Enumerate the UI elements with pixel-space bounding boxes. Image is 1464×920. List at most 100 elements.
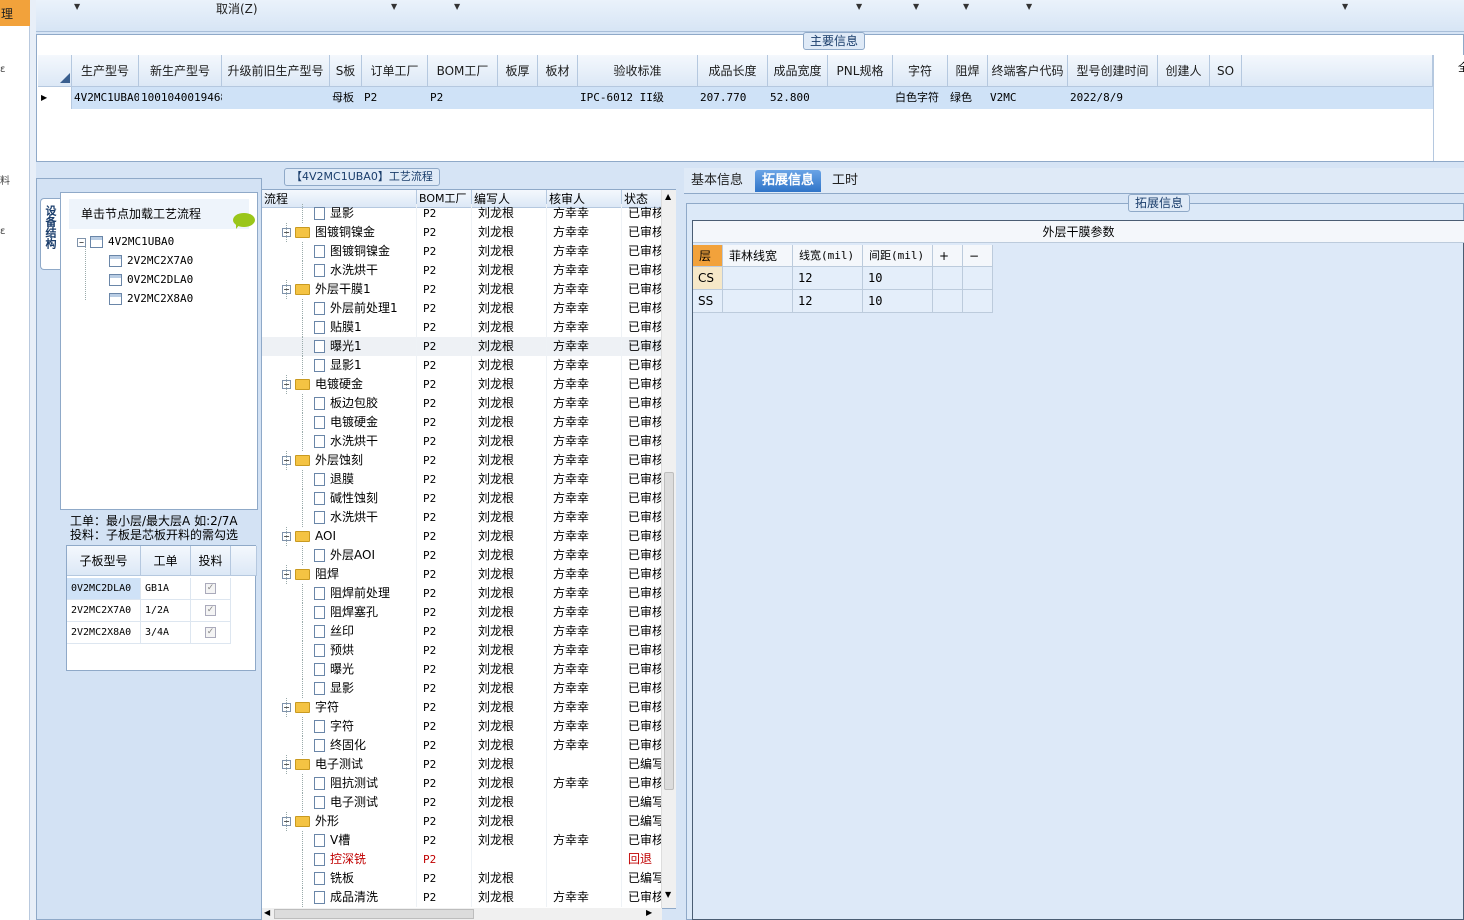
process-step-node[interactable]: 图镀铜镍金 bbox=[314, 242, 390, 261]
process-row[interactable]: 外层AOI P2 刘龙根 方幸幸 已审核 bbox=[262, 546, 664, 565]
process-row[interactable]: 电子测试 P2 刘龙根 已编写 bbox=[262, 793, 664, 812]
tab-extended-info[interactable]: 拓展信息 bbox=[755, 170, 822, 192]
add-row-button[interactable]: + bbox=[933, 245, 963, 267]
feed-checkbox[interactable]: ✓ bbox=[205, 582, 216, 594]
process-row[interactable]: 曝光 P2 刘龙根 方幸幸 已审核 bbox=[262, 660, 664, 679]
column-header[interactable]: S板 bbox=[330, 55, 362, 87]
column-header[interactable]: 终端客户代码 bbox=[988, 55, 1068, 87]
process-step-node[interactable]: 外层前处理1 bbox=[314, 299, 398, 318]
process-group-node[interactable]: − 电子测试 bbox=[282, 755, 363, 774]
process-row[interactable]: 显影1 P2 刘龙根 方幸幸 已审核 bbox=[262, 356, 664, 375]
table-cell[interactable]: 12 bbox=[793, 267, 863, 290]
column-header[interactable]: 型号创建时间 bbox=[1068, 55, 1158, 87]
table-cell[interactable]: SS bbox=[693, 290, 723, 313]
process-step-node[interactable]: 显影 bbox=[314, 679, 354, 698]
dropdown-arrow-icon[interactable]: ▼ bbox=[1026, 2, 1032, 11]
column-header-film-width[interactable]: 菲林线宽 bbox=[723, 245, 793, 267]
process-step-node[interactable]: 预烘 bbox=[314, 641, 354, 660]
table-cell-empty[interactable] bbox=[963, 290, 993, 313]
process-row[interactable]: 贴膜1 P2 刘龙根 方幸幸 已审核 bbox=[262, 318, 664, 337]
column-header[interactable]: BOM工厂 bbox=[428, 55, 498, 87]
process-row[interactable]: 阻焊前处理 P2 刘龙根 方幸幸 已审核 bbox=[262, 584, 664, 603]
column-header-spacing[interactable]: 间距(mil) bbox=[863, 245, 933, 267]
process-row[interactable]: 外层前处理1 P2 刘龙根 方幸幸 已审核 bbox=[262, 299, 664, 318]
table-cell[interactable]: 1/2A bbox=[141, 600, 191, 622]
process-step-node[interactable]: 显影 bbox=[314, 204, 354, 223]
process-step-node[interactable]: 水洗烘干 bbox=[314, 508, 378, 527]
process-step-node[interactable]: 曝光1 bbox=[314, 337, 362, 356]
feed-checkbox[interactable]: ✓ bbox=[205, 604, 216, 616]
scroll-thumb[interactable] bbox=[274, 909, 474, 919]
table-cell[interactable]: 4V2MC1UBA0 bbox=[72, 87, 139, 109]
column-header[interactable]: 板厚 bbox=[498, 55, 538, 87]
left-nav-selected-item[interactable]: 理 bbox=[0, 0, 30, 26]
process-group-node[interactable]: − 字符 bbox=[282, 698, 339, 717]
cancel-button[interactable]: 取消(Z) bbox=[216, 0, 258, 17]
process-row[interactable]: − 外层干膜1 P2 刘龙根 方幸幸 已审核 bbox=[262, 280, 664, 299]
process-step-node[interactable]: V槽 bbox=[314, 831, 350, 850]
scroll-left-icon[interactable]: ◀ bbox=[264, 908, 270, 917]
process-row[interactable]: 阻焊塞孔 P2 刘龙根 方幸幸 已审核 bbox=[262, 603, 664, 622]
process-step-node[interactable]: 外层AOI bbox=[314, 546, 375, 565]
vertical-scrollbar[interactable]: ▲ ▼ bbox=[661, 190, 676, 908]
column-header[interactable]: 升级前旧生产型号 bbox=[222, 55, 330, 87]
process-step-node[interactable]: 铣板 bbox=[314, 869, 354, 888]
column-header[interactable]: 投料 bbox=[191, 546, 231, 576]
dropdown-arrow-icon[interactable]: ▼ bbox=[1342, 2, 1348, 11]
process-step-node[interactable]: 丝印 bbox=[314, 622, 354, 641]
column-header[interactable]: 成品长度 bbox=[698, 55, 768, 87]
process-step-node[interactable]: 碱性蚀刻 bbox=[314, 489, 378, 508]
process-step-node[interactable]: 电镀硬金 bbox=[314, 413, 378, 432]
table-cell[interactable]: CS bbox=[693, 267, 723, 290]
process-row[interactable]: 退膜 P2 刘龙根 方幸幸 已审核 bbox=[262, 470, 664, 489]
column-header[interactable]: 子板型号 bbox=[67, 546, 141, 576]
table-cell[interactable]: GB1A bbox=[141, 578, 191, 600]
tab-basic-info[interactable]: 基本信息 bbox=[684, 170, 750, 192]
process-group-node[interactable]: − 外形 bbox=[282, 812, 339, 831]
column-header[interactable]: 订单工厂 bbox=[362, 55, 428, 87]
column-header[interactable]: SO bbox=[1210, 55, 1242, 87]
feed-checkbox[interactable]: ✓ bbox=[205, 626, 216, 638]
process-group-node[interactable]: − 外层干膜1 bbox=[282, 280, 371, 299]
chat-bubble-icon[interactable] bbox=[233, 213, 255, 229]
table-cell[interactable]: 10 bbox=[863, 267, 933, 290]
process-group-node[interactable]: − 图镀铜镍金 bbox=[282, 223, 375, 242]
column-header[interactable]: 创建人 bbox=[1158, 55, 1210, 87]
tree-node-child[interactable]: 2V2MC2X7A0 bbox=[109, 253, 193, 269]
tab-equipment-structure[interactable]: 设备结构 bbox=[40, 198, 60, 270]
process-step-node[interactable]: 电子测试 bbox=[314, 793, 378, 812]
grid-corner[interactable] bbox=[38, 55, 72, 87]
table-cell[interactable]: 2V2MC2X8A0 bbox=[67, 622, 141, 644]
collapse-icon[interactable]: − bbox=[77, 237, 86, 247]
scroll-right-icon[interactable]: ▶ bbox=[646, 908, 652, 917]
tab-work-hours[interactable]: 工时 bbox=[825, 170, 865, 192]
process-step-node[interactable]: 水洗烘干 bbox=[314, 432, 378, 451]
process-group-node[interactable]: − 电镀硬金 bbox=[282, 375, 363, 394]
process-step-node[interactable]: 终固化 bbox=[314, 736, 366, 755]
table-cell[interactable] bbox=[538, 87, 578, 109]
process-group-node[interactable]: − 外层蚀刻 bbox=[282, 451, 363, 470]
table-cell[interactable] bbox=[1210, 87, 1242, 109]
dropdown-arrow-icon[interactable]: ▼ bbox=[74, 2, 80, 11]
table-cell[interactable] bbox=[498, 87, 538, 109]
dropdown-arrow-icon[interactable]: ▼ bbox=[913, 2, 919, 11]
process-step-node[interactable]: 显影1 bbox=[314, 356, 362, 375]
table-cell[interactable]: 0V2MC2DLA0 bbox=[67, 578, 141, 600]
process-row[interactable]: 字符 P2 刘龙根 方幸幸 已审核 bbox=[262, 717, 664, 736]
process-row[interactable]: − 图镀铜镍金 P2 刘龙根 方幸幸 已审核 bbox=[262, 223, 664, 242]
table-cell[interactable]: IPC-6012 II级 bbox=[578, 87, 698, 109]
process-row[interactable]: 水洗烘干 P2 刘龙根 方幸幸 已审核 bbox=[262, 261, 664, 280]
process-step-node[interactable]: 阻焊前处理 bbox=[314, 584, 390, 603]
table-cell[interactable]: 10 bbox=[863, 290, 933, 313]
dropdown-arrow-icon[interactable]: ▼ bbox=[454, 2, 460, 11]
process-step-node[interactable]: 阻焊塞孔 bbox=[314, 603, 378, 622]
process-row[interactable]: 丝印 P2 刘龙根 方幸幸 已审核 bbox=[262, 622, 664, 641]
column-header[interactable]: 板材 bbox=[538, 55, 578, 87]
process-row[interactable]: 水洗烘干 P2 刘龙根 方幸幸 已审核 bbox=[262, 508, 664, 527]
column-header[interactable]: 工单 bbox=[141, 546, 191, 576]
process-group-node[interactable]: − AOI bbox=[282, 527, 336, 546]
table-cell[interactable] bbox=[723, 267, 793, 290]
table-cell[interactable]: 10010400194688 bbox=[139, 87, 222, 109]
process-row[interactable]: 水洗烘干 P2 刘龙根 方幸幸 已审核 bbox=[262, 432, 664, 451]
process-row[interactable]: 成品清洗 P2 刘龙根 方幸幸 已审核 bbox=[262, 888, 664, 907]
